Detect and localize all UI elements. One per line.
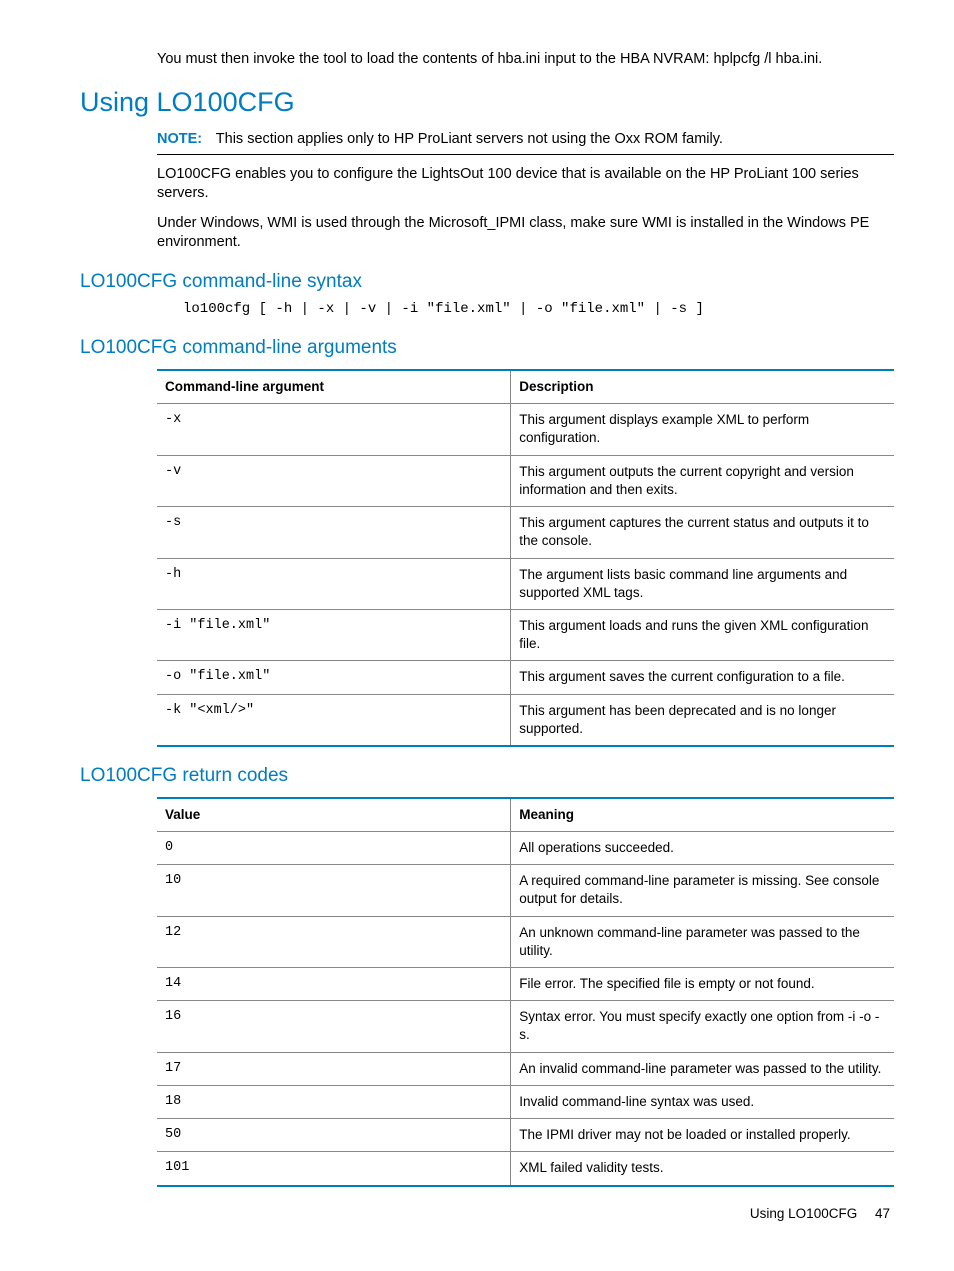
heading-syntax: LO100CFG command-line syntax bbox=[80, 269, 894, 295]
note-row: NOTE: This section applies only to HP Pr… bbox=[157, 130, 894, 150]
meaning-cell: All operations succeeded. bbox=[511, 831, 894, 864]
syntax-code: lo100cfg [ -h | -x | -v | -i "file.xml" … bbox=[183, 300, 894, 319]
desc-cell: This argument has been deprecated and is… bbox=[511, 694, 894, 746]
table-row: -k "<xml/>"This argument has been deprec… bbox=[157, 694, 894, 746]
table-row: 50The IPMI driver may not be loaded or i… bbox=[157, 1119, 894, 1152]
table-row: 0All operations succeeded. bbox=[157, 831, 894, 864]
table-row: -o "file.xml"This argument saves the cur… bbox=[157, 661, 894, 694]
arg-cell: -k "<xml/>" bbox=[157, 694, 511, 746]
intro-paragraph: You must then invoke the tool to load th… bbox=[157, 50, 894, 70]
note-text: This section applies only to HP ProLiant… bbox=[216, 131, 723, 147]
desc-cell: The argument lists basic command line ar… bbox=[511, 558, 894, 609]
value-cell: 50 bbox=[157, 1119, 511, 1152]
meaning-cell: An unknown command-line parameter was pa… bbox=[511, 916, 894, 967]
table-row: -vThis argument outputs the current copy… bbox=[157, 455, 894, 506]
meaning-cell: The IPMI driver may not be loaded or ins… bbox=[511, 1119, 894, 1152]
desc-cell: This argument outputs the current copyri… bbox=[511, 455, 894, 506]
value-cell: 0 bbox=[157, 831, 511, 864]
table-row: 10A required command-line parameter is m… bbox=[157, 865, 894, 916]
footer-section-label: Using LO100CFG bbox=[750, 1206, 857, 1221]
note-label: NOTE: bbox=[157, 130, 212, 150]
arg-cell: -i "file.xml" bbox=[157, 609, 511, 660]
args-header-description: Description bbox=[511, 370, 894, 404]
table-row: -sThis argument captures the current sta… bbox=[157, 507, 894, 558]
page-footer: Using LO100CFG 47 bbox=[80, 1205, 894, 1223]
value-cell: 18 bbox=[157, 1085, 511, 1118]
desc-cell: This argument loads and runs the given X… bbox=[511, 609, 894, 660]
value-cell: 17 bbox=[157, 1052, 511, 1085]
meaning-cell: Invalid command-line syntax was used. bbox=[511, 1085, 894, 1118]
desc-cell: This argument captures the current statu… bbox=[511, 507, 894, 558]
value-cell: 12 bbox=[157, 916, 511, 967]
meaning-cell: A required command-line parameter is mis… bbox=[511, 865, 894, 916]
table-row: -i "file.xml"This argument loads and run… bbox=[157, 609, 894, 660]
desc-cell: This argument displays example XML to pe… bbox=[511, 404, 894, 455]
arguments-table: Command-line argument Description -xThis… bbox=[157, 369, 894, 747]
paragraph-1: LO100CFG enables you to configure the Li… bbox=[157, 165, 894, 204]
return-header-value: Value bbox=[157, 798, 511, 832]
table-row: -hThe argument lists basic command line … bbox=[157, 558, 894, 609]
heading-arguments: LO100CFG command-line arguments bbox=[80, 335, 894, 361]
args-header-argument: Command-line argument bbox=[157, 370, 511, 404]
arg-cell: -s bbox=[157, 507, 511, 558]
meaning-cell: An invalid command-line parameter was pa… bbox=[511, 1052, 894, 1085]
heading-using-lo100cfg: Using LO100CFG bbox=[80, 84, 894, 120]
arg-cell: -o "file.xml" bbox=[157, 661, 511, 694]
table-row: 18Invalid command-line syntax was used. bbox=[157, 1085, 894, 1118]
table-row: 17An invalid command-line parameter was … bbox=[157, 1052, 894, 1085]
meaning-cell: Syntax error. You must specify exactly o… bbox=[511, 1001, 894, 1052]
desc-cell: This argument saves the current configur… bbox=[511, 661, 894, 694]
value-cell: 16 bbox=[157, 1001, 511, 1052]
arg-cell: -x bbox=[157, 404, 511, 455]
table-row: 14File error. The specified file is empt… bbox=[157, 968, 894, 1001]
value-cell: 10 bbox=[157, 865, 511, 916]
table-row: 16Syntax error. You must specify exactly… bbox=[157, 1001, 894, 1052]
return-header-meaning: Meaning bbox=[511, 798, 894, 832]
meaning-cell: File error. The specified file is empty … bbox=[511, 968, 894, 1001]
value-cell: 101 bbox=[157, 1152, 511, 1186]
footer-page-number: 47 bbox=[875, 1205, 890, 1223]
table-row: 101XML failed validity tests. bbox=[157, 1152, 894, 1186]
paragraph-2: Under Windows, WMI is used through the M… bbox=[157, 214, 894, 253]
heading-return-codes: LO100CFG return codes bbox=[80, 763, 894, 789]
value-cell: 14 bbox=[157, 968, 511, 1001]
return-codes-table: Value Meaning 0All operations succeeded.… bbox=[157, 797, 894, 1187]
table-row: -xThis argument displays example XML to … bbox=[157, 404, 894, 455]
arg-cell: -h bbox=[157, 558, 511, 609]
meaning-cell: XML failed validity tests. bbox=[511, 1152, 894, 1186]
table-row: 12An unknown command-line parameter was … bbox=[157, 916, 894, 967]
arg-cell: -v bbox=[157, 455, 511, 506]
note-divider bbox=[157, 154, 894, 155]
